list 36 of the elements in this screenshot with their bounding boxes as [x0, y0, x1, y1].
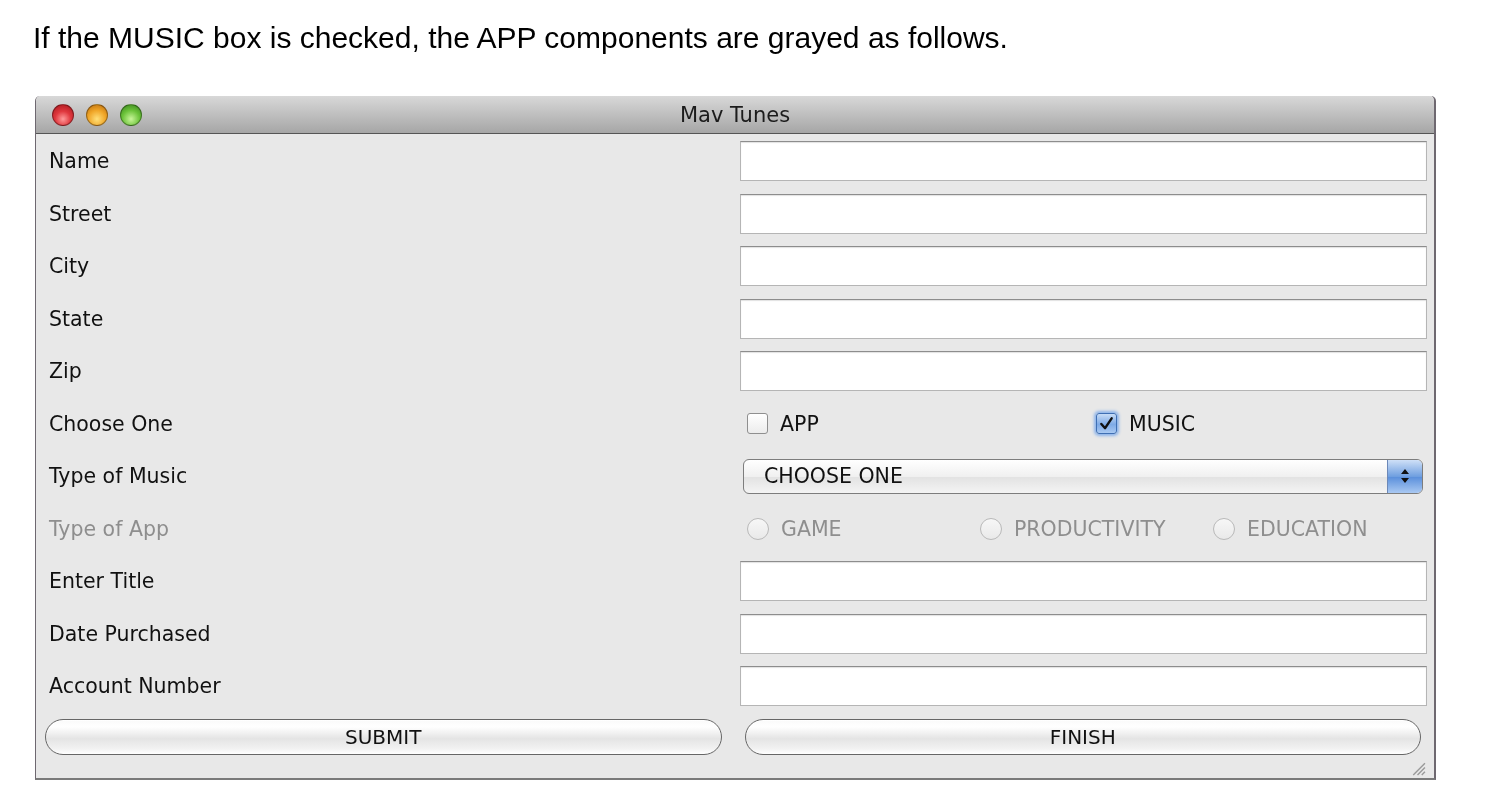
dropdown[interactable]: CHOOSE ONE	[743, 458, 1423, 494]
maximize-icon[interactable]	[120, 104, 142, 126]
text-field[interactable]	[740, 246, 1427, 286]
minimize-icon[interactable]	[86, 104, 108, 126]
close-icon[interactable]	[52, 104, 74, 126]
text-field[interactable]	[740, 298, 1427, 339]
radio-label: EDUCATION	[1247, 516, 1368, 541]
radio-label: PRODUCTIVITY	[1014, 516, 1166, 541]
field-label: Zip	[48, 359, 83, 383]
field-label: Choose One	[48, 411, 174, 436]
up-down-arrows-icon	[1400, 468, 1410, 484]
field-label: Account Number	[48, 674, 222, 698]
text-field[interactable]	[740, 141, 1427, 181]
text-field[interactable]	[740, 351, 1427, 391]
field-label: State	[48, 306, 105, 331]
push-button[interactable]: SUBMIT	[45, 719, 722, 755]
field-label: Date Purchased	[48, 621, 212, 646]
caption-text: If the MUSIC box is checked, the APP components are grayed as follows.	[32, 20, 1009, 56]
text-field[interactable]	[740, 666, 1427, 706]
field-label: Type of App	[48, 516, 170, 541]
field-label: Enter Title	[48, 569, 156, 593]
field-label: Type of Music	[48, 464, 189, 488]
checkmark-icon	[1099, 416, 1114, 431]
checkbox-label: APP	[780, 411, 819, 436]
field-label: Name	[48, 149, 111, 173]
text-field[interactable]	[740, 561, 1427, 601]
checkbox-label: MUSIC	[1129, 411, 1196, 436]
field-label: City	[48, 254, 91, 278]
text-field[interactable]	[740, 193, 1427, 234]
checkbox[interactable]	[1096, 413, 1117, 434]
field-label: Street	[48, 201, 113, 226]
checkbox[interactable]	[747, 413, 768, 434]
text-field[interactable]	[740, 613, 1427, 654]
window-title: Mav Tunes	[679, 102, 791, 129]
push-button[interactable]: FINISH	[744, 719, 1421, 755]
radio-label: GAME	[781, 516, 842, 541]
